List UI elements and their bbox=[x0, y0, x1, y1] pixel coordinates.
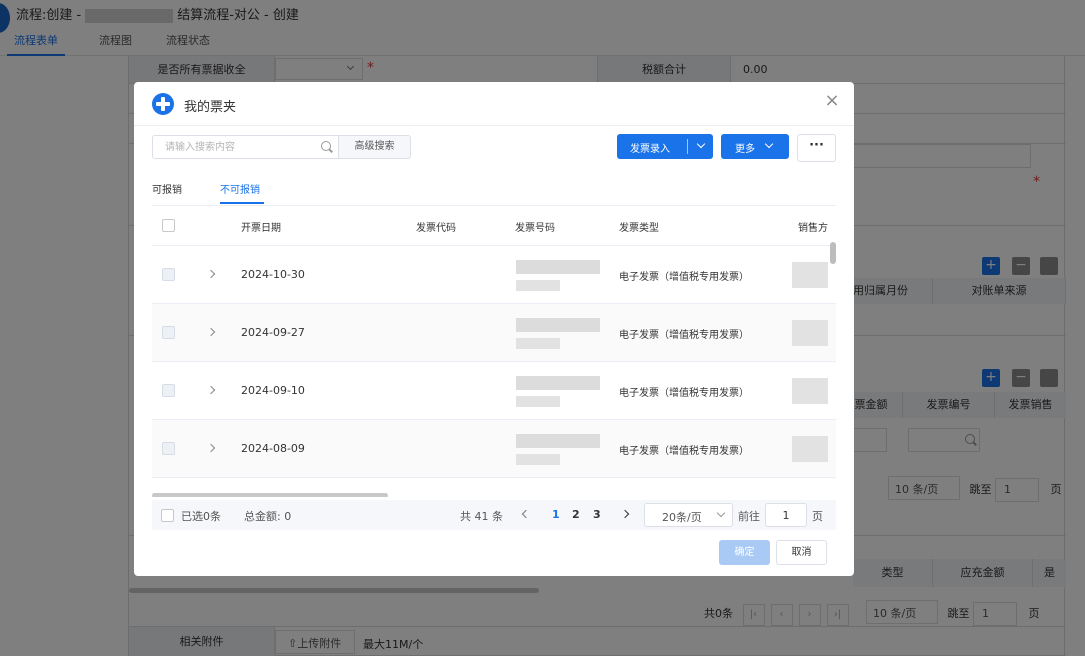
close-icon[interactable]: × bbox=[824, 92, 840, 110]
redacted-text bbox=[792, 436, 828, 462]
total-count: 共 41 条 bbox=[460, 510, 503, 523]
cancel-button[interactable]: 取消 bbox=[776, 540, 827, 565]
table-footer: 已选0条 总金额: 0 共 41 条 1 2 3 20条/页 前往 页 bbox=[152, 500, 836, 530]
redacted-text bbox=[516, 434, 600, 448]
more-options-button[interactable]: ··· bbox=[797, 134, 836, 162]
page-unit-label: 页 bbox=[812, 510, 823, 523]
chevron-down-icon[interactable] bbox=[696, 139, 706, 149]
horizontal-scrollbar[interactable] bbox=[152, 493, 388, 497]
row-checkbox[interactable] bbox=[162, 326, 175, 339]
search-box bbox=[152, 135, 339, 159]
select-all-checkbox[interactable] bbox=[162, 219, 175, 232]
redacted-text bbox=[516, 318, 600, 332]
next-page-icon[interactable] bbox=[620, 509, 630, 519]
redacted-text bbox=[516, 376, 600, 390]
total-amount: 总金额: 0 bbox=[244, 510, 292, 523]
table-row[interactable]: 2024-08-09 电子发票（增值税专用发票） bbox=[152, 420, 836, 478]
dialog-header: 我的票夹 × bbox=[134, 82, 854, 126]
tab-not-reimbursable[interactable]: 不可报销 bbox=[220, 181, 260, 196]
table-row[interactable]: 2024-09-10 电子发票（增值税专用发票） bbox=[152, 362, 836, 420]
more-button[interactable]: 更多 bbox=[721, 134, 789, 159]
table-row[interactable]: 2024-09-27 电子发票（增值税专用发票） bbox=[152, 304, 836, 362]
advanced-search-button[interactable]: 高级搜索 bbox=[338, 135, 411, 159]
date-column-header: 开票日期 bbox=[241, 223, 281, 234]
page-3[interactable]: 3 bbox=[593, 508, 601, 521]
chevron-right-icon[interactable] bbox=[206, 443, 216, 453]
row-date: 2024-09-27 bbox=[241, 326, 305, 339]
chevron-right-icon[interactable] bbox=[206, 269, 216, 279]
row-type: 电子发票（增值税专用发票） bbox=[619, 272, 749, 283]
page-size-select[interactable]: 20条/页 bbox=[644, 503, 733, 527]
tab-reimbursable[interactable]: 可报销 bbox=[152, 181, 182, 196]
invoice-table: 开票日期 发票代码 发票号码 发票类型 销售方 2024-10-30 电子发票（… bbox=[152, 205, 836, 497]
table-row[interactable]: 2024-10-30 电子发票（增值税专用发票） bbox=[152, 246, 836, 304]
search-icon[interactable] bbox=[321, 141, 331, 151]
redacted-text bbox=[516, 260, 600, 274]
goto-page-input[interactable] bbox=[765, 503, 807, 527]
row-date: 2024-09-10 bbox=[241, 384, 305, 397]
code-column-header: 发票代码 bbox=[416, 223, 456, 234]
row-checkbox[interactable] bbox=[162, 268, 175, 281]
type-column-header: 发票类型 bbox=[619, 223, 659, 234]
page-1[interactable]: 1 bbox=[552, 508, 560, 521]
seller-column-header: 销售方 bbox=[798, 223, 828, 234]
goto-label: 前往 bbox=[738, 510, 760, 523]
row-date: 2024-08-09 bbox=[241, 442, 305, 455]
dialog-title: 我的票夹 bbox=[184, 100, 237, 115]
redacted-text bbox=[792, 262, 828, 288]
chevron-right-icon[interactable] bbox=[206, 327, 216, 337]
chevron-down-icon bbox=[764, 139, 774, 149]
row-type: 电子发票（增值税专用发票） bbox=[619, 446, 749, 457]
row-type: 电子发票（增值税专用发票） bbox=[619, 330, 749, 341]
redacted-text bbox=[516, 396, 560, 407]
search-input[interactable] bbox=[153, 136, 318, 158]
folder-logo-icon bbox=[152, 93, 174, 115]
row-date: 2024-10-30 bbox=[241, 268, 305, 281]
redacted-text bbox=[792, 378, 828, 404]
confirm-button[interactable]: 确定 bbox=[719, 540, 770, 565]
row-type: 电子发票（增值税专用发票） bbox=[619, 388, 749, 399]
redacted-text bbox=[516, 280, 560, 291]
redacted-text bbox=[792, 320, 828, 346]
selected-count: 已选0条 bbox=[181, 510, 221, 523]
redacted-text bbox=[516, 338, 560, 349]
number-column-header: 发票号码 bbox=[515, 223, 555, 234]
vertical-scrollbar[interactable] bbox=[830, 242, 836, 264]
select-page-checkbox[interactable] bbox=[161, 509, 174, 522]
invoice-entry-button[interactable]: 发票录入 bbox=[617, 134, 713, 159]
chevron-right-icon[interactable] bbox=[206, 385, 216, 395]
row-checkbox[interactable] bbox=[162, 384, 175, 397]
active-tab-indicator bbox=[220, 202, 264, 204]
chevron-down-icon bbox=[716, 508, 726, 518]
invoice-folder-dialog: 我的票夹 × 高级搜索 发票录入 更多 ··· 可报销 不可报销 开票日期 发票… bbox=[134, 82, 854, 576]
table-header: 开票日期 发票代码 发票号码 发票类型 销售方 bbox=[152, 206, 836, 246]
prev-page-icon[interactable] bbox=[521, 509, 531, 519]
row-checkbox[interactable] bbox=[162, 442, 175, 455]
page-2[interactable]: 2 bbox=[572, 508, 580, 521]
redacted-text bbox=[516, 454, 560, 465]
